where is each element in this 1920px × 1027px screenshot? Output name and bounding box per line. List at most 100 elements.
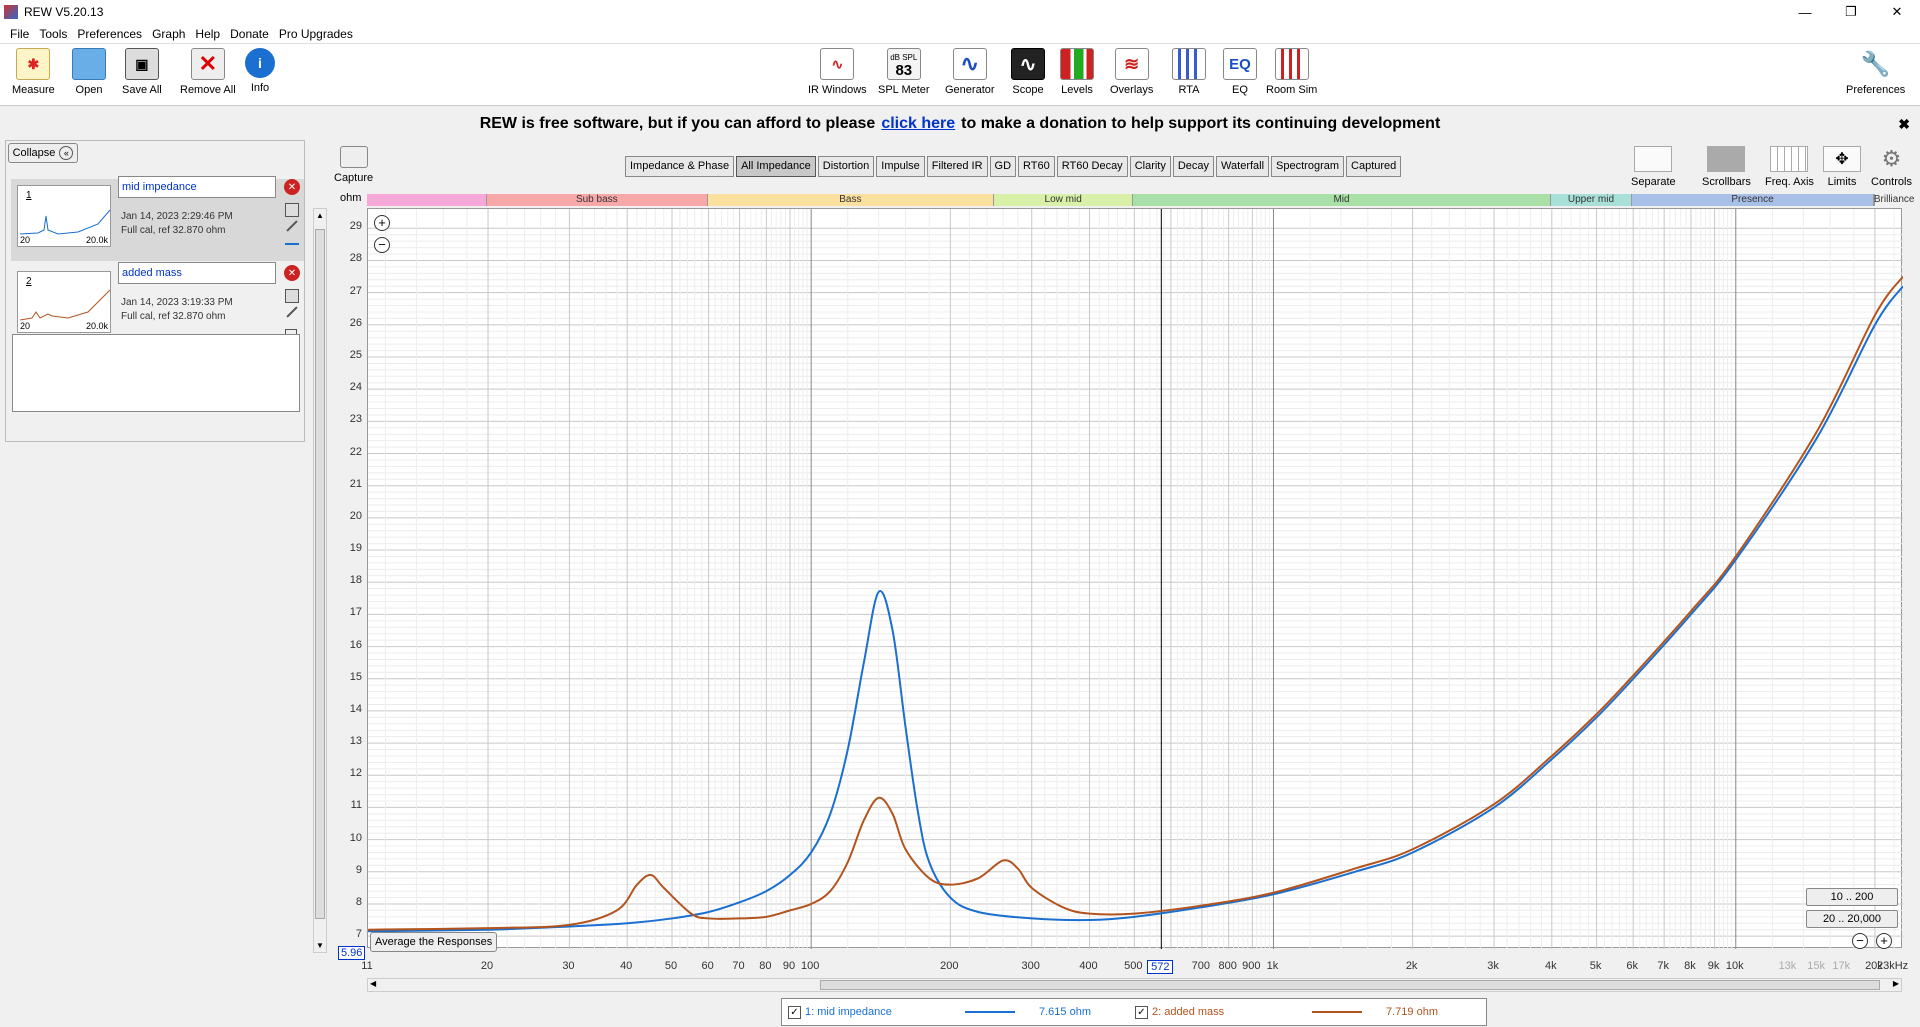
x-tick-label: 20 xyxy=(480,960,494,972)
scroll-thumb[interactable] xyxy=(315,229,325,919)
folder-icon xyxy=(72,48,106,80)
scroll-right-icon[interactable]: ▶ xyxy=(1893,979,1899,988)
y-tick-label: 16 xyxy=(349,638,362,651)
measurement-thumbnail: 1 20 20.0k xyxy=(17,185,111,247)
limits-button[interactable]: ✥ Limits xyxy=(1823,146,1861,188)
scope-button[interactable]: ∿ Scope xyxy=(1011,48,1045,96)
separate-button[interactable]: Separate xyxy=(1631,146,1676,188)
legend-series-1-swatch xyxy=(965,1011,1015,1013)
minimize-button[interactable]: — xyxy=(1782,0,1828,24)
menu-donate[interactable]: Donate xyxy=(230,27,269,41)
zoom-in-icon[interactable]: + xyxy=(374,215,390,231)
series-1-checkbox[interactable]: ✓ xyxy=(788,1005,801,1019)
tab-distortion[interactable]: Distortion xyxy=(817,156,875,177)
save-all-button[interactable]: ▣ Save All xyxy=(122,48,162,96)
measurement-name-input[interactable] xyxy=(118,262,276,284)
y-tick-label: 11 xyxy=(350,799,362,812)
save-measurement-icon[interactable] xyxy=(285,203,299,217)
zoom-out-icon[interactable]: − xyxy=(374,237,390,253)
series-2-checkbox[interactable]: ✓ xyxy=(1135,1005,1148,1019)
collapse-button[interactable]: Collapse « xyxy=(8,143,78,163)
menu-bar: File Tools Preferences Graph Help Donate… xyxy=(0,24,1920,44)
zoom-out-x-icon[interactable]: − xyxy=(1852,933,1868,949)
y-tick-label: 22 xyxy=(349,445,362,458)
scroll-up-icon[interactable]: ▲ xyxy=(316,211,324,220)
eq-icon: EQ xyxy=(1223,48,1257,80)
menu-preferences[interactable]: Preferences xyxy=(77,27,142,41)
delete-measurement-icon[interactable]: ✕ xyxy=(284,265,300,281)
tab-captured[interactable]: Captured xyxy=(1346,156,1402,177)
info-button[interactable]: i Info xyxy=(245,48,275,94)
freq-axis-button[interactable]: Freq. Axis xyxy=(1765,146,1814,188)
trace-color-swatch[interactable] xyxy=(285,243,299,245)
donate-banner: REW is free software, but if you can aff… xyxy=(0,108,1920,140)
eq-button[interactable]: EQ EQ xyxy=(1223,48,1257,96)
x-tick-label: 11 xyxy=(361,960,373,972)
tab-all-impedance[interactable]: All Impedance xyxy=(736,156,816,177)
horizontal-scrollbar[interactable]: ◀ ▶ xyxy=(367,978,1902,992)
average-responses-button[interactable]: Average the Responses xyxy=(370,932,498,952)
measurement-number: 1 xyxy=(26,190,32,201)
x-tick-label: 50 xyxy=(664,960,678,972)
menu-graph[interactable]: Graph xyxy=(152,27,185,41)
edit-icon[interactable] xyxy=(286,306,298,318)
overlays-button[interactable]: ≋ Overlays xyxy=(1110,48,1153,96)
spl-meter-button[interactable]: dB SPL 83 SPL Meter xyxy=(878,48,930,96)
delete-measurement-icon[interactable]: ✕ xyxy=(284,179,300,195)
levels-button[interactable]: Levels xyxy=(1060,48,1094,96)
limits-icon: ✥ xyxy=(1823,146,1861,172)
range-10-200-button[interactable]: 10 .. 200 xyxy=(1806,888,1898,906)
measurement-name-input[interactable] xyxy=(118,176,276,198)
scroll-left-icon[interactable]: ◀ xyxy=(370,979,376,988)
menu-pro-upgrades[interactable]: Pro Upgrades xyxy=(279,27,353,41)
close-button[interactable]: ✕ xyxy=(1874,0,1920,24)
menu-tools[interactable]: Tools xyxy=(39,27,67,41)
tab-filtered-ir[interactable]: Filtered IR xyxy=(926,156,988,177)
tab-waterfall[interactable]: Waterfall xyxy=(1216,156,1270,177)
tab-rt60-decay[interactable]: RT60 Decay xyxy=(1056,156,1128,177)
menu-file[interactable]: File xyxy=(10,27,29,41)
cursor-x-readout: 572 xyxy=(1147,960,1174,974)
controls-button[interactable]: ⚙ Controls xyxy=(1871,146,1912,188)
rta-button[interactable]: RTA xyxy=(1172,48,1206,96)
room-sim-icon xyxy=(1274,48,1309,80)
tab-rt60[interactable]: RT60 xyxy=(1018,156,1055,177)
menu-help[interactable]: Help xyxy=(195,27,220,41)
measure-button[interactable]: ✱ Measure xyxy=(12,48,55,96)
tab-impulse[interactable]: Impulse xyxy=(876,156,925,177)
capture-button[interactable]: Capture xyxy=(334,146,373,184)
preferences-button[interactable]: 🔧 Preferences xyxy=(1846,48,1905,96)
save-icon: ▣ xyxy=(124,48,159,80)
remove-all-button[interactable]: ✕ Remove All xyxy=(180,48,236,96)
measurement-notes-box[interactable] xyxy=(12,334,300,412)
chart-svg xyxy=(367,209,1904,949)
generator-button[interactable]: ∿ Generator xyxy=(945,48,995,96)
x-tick-label: 2k xyxy=(1405,960,1418,972)
gear-icon: ⚙ xyxy=(1881,146,1902,171)
room-sim-button[interactable]: Room Sim xyxy=(1266,48,1317,96)
open-button[interactable]: Open xyxy=(72,48,106,96)
levels-icon xyxy=(1060,48,1094,80)
separate-icon xyxy=(1634,146,1673,172)
tab-clarity[interactable]: Clarity xyxy=(1129,156,1171,177)
hscroll-thumb[interactable] xyxy=(820,980,1880,990)
save-measurement-icon[interactable] xyxy=(285,289,299,303)
tab-decay[interactable]: Decay xyxy=(1172,156,1215,177)
scroll-down-icon[interactable]: ▼ xyxy=(316,941,324,950)
y-tick-label: 29 xyxy=(349,220,362,233)
vertical-scrollbar[interactable]: ▲ ▼ xyxy=(313,208,327,953)
zoom-in-x-icon[interactable]: + xyxy=(1876,933,1892,949)
close-banner-icon[interactable]: ✖ xyxy=(1898,116,1910,133)
edit-icon[interactable] xyxy=(286,220,298,232)
main-toolbar: ✱ Measure Open ▣ Save All ✕ Remove All i… xyxy=(0,44,1920,106)
tab-gd[interactable]: GD xyxy=(989,156,1017,177)
range-20-20000-button[interactable]: 20 .. 20,000 xyxy=(1806,910,1898,928)
scrollbars-button[interactable]: Scrollbars xyxy=(1702,146,1751,188)
restore-button[interactable]: ❐ xyxy=(1828,0,1874,24)
measurement-item[interactable]: 1 20 20.0k ✕ Jan 14, 2023 2:29:46 PM Ful… xyxy=(11,176,304,261)
tab-impedance-phase[interactable]: Impedance & Phase xyxy=(625,156,735,177)
donate-link[interactable]: click here xyxy=(881,115,955,133)
impedance-plot[interactable]: + − xyxy=(367,208,1904,949)
ir-windows-button[interactable]: ∿ IR Windows xyxy=(808,48,867,96)
tab-spectrogram[interactable]: Spectrogram xyxy=(1271,156,1345,177)
